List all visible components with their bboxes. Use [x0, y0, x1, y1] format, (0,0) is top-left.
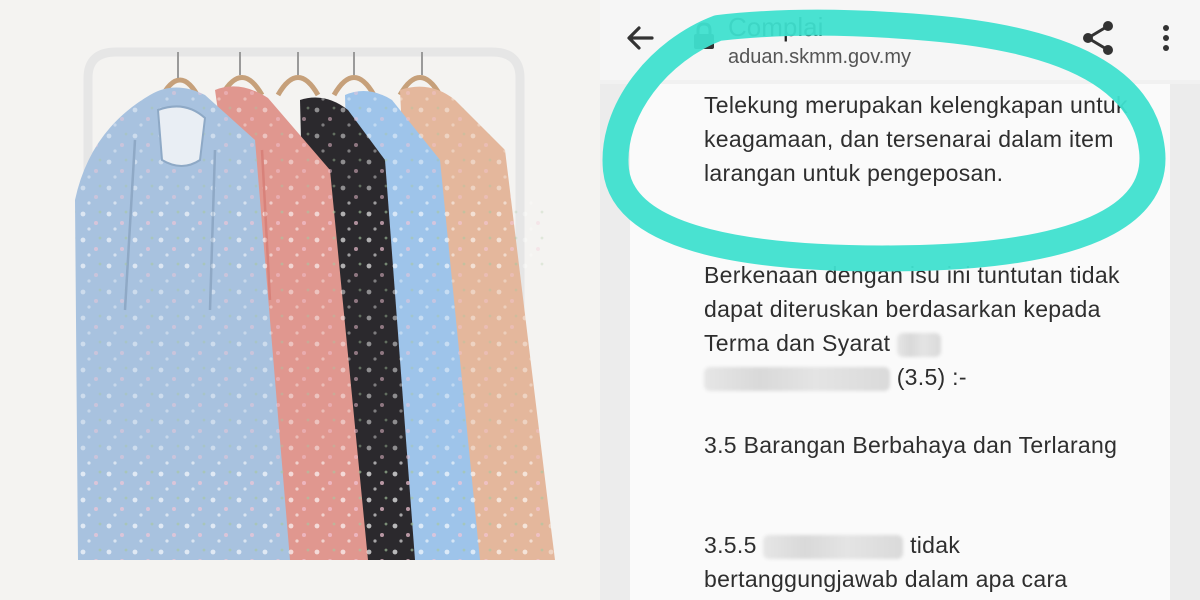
- message-paragraph-section-heading: 3.5 Barangan Berbahaya dan Terlarang: [704, 432, 1118, 458]
- message-paragraph-liability: 3.5.5 tidak bertanggungjawab dalam apa c…: [704, 528, 1144, 596]
- arrow-left-icon[interactable]: [622, 20, 658, 56]
- lock-icon: [694, 22, 714, 49]
- message-paragraph-prohibited-item: Telekung merupakan kelengkapan untuk kea…: [704, 92, 1128, 186]
- page-title: Complai: [728, 12, 824, 42]
- section-number: 3.5.5: [704, 532, 757, 558]
- complaint-screenshot: Complai aduan.skmm.gov.my Telekung merup…: [600, 0, 1200, 600]
- telekung-rack-illustration: [75, 47, 555, 561]
- share-icon[interactable]: [1078, 18, 1118, 58]
- browser-app-bar: Complai aduan.skmm.gov.my: [600, 0, 1200, 80]
- liability-text-continued: bertanggungjawab dalam apa cara: [704, 566, 1068, 592]
- redacted-text: [897, 332, 942, 357]
- more-vertical-icon[interactable]: [1156, 20, 1176, 56]
- card-margin-left: [600, 84, 630, 600]
- product-photo: [0, 0, 600, 600]
- face-opening: [156, 105, 207, 167]
- redacted-text: [763, 534, 904, 559]
- page-url[interactable]: aduan.skmm.gov.my: [728, 46, 911, 69]
- liability-text: tidak: [910, 532, 961, 558]
- terms-section-ref: (3.5) :-: [896, 364, 967, 390]
- message-paragraph-terms: Berkenaan dengan isu ini tuntutan tidak …: [704, 258, 1144, 394]
- card-margin-right: [1170, 84, 1200, 600]
- redacted-text: [704, 366, 890, 391]
